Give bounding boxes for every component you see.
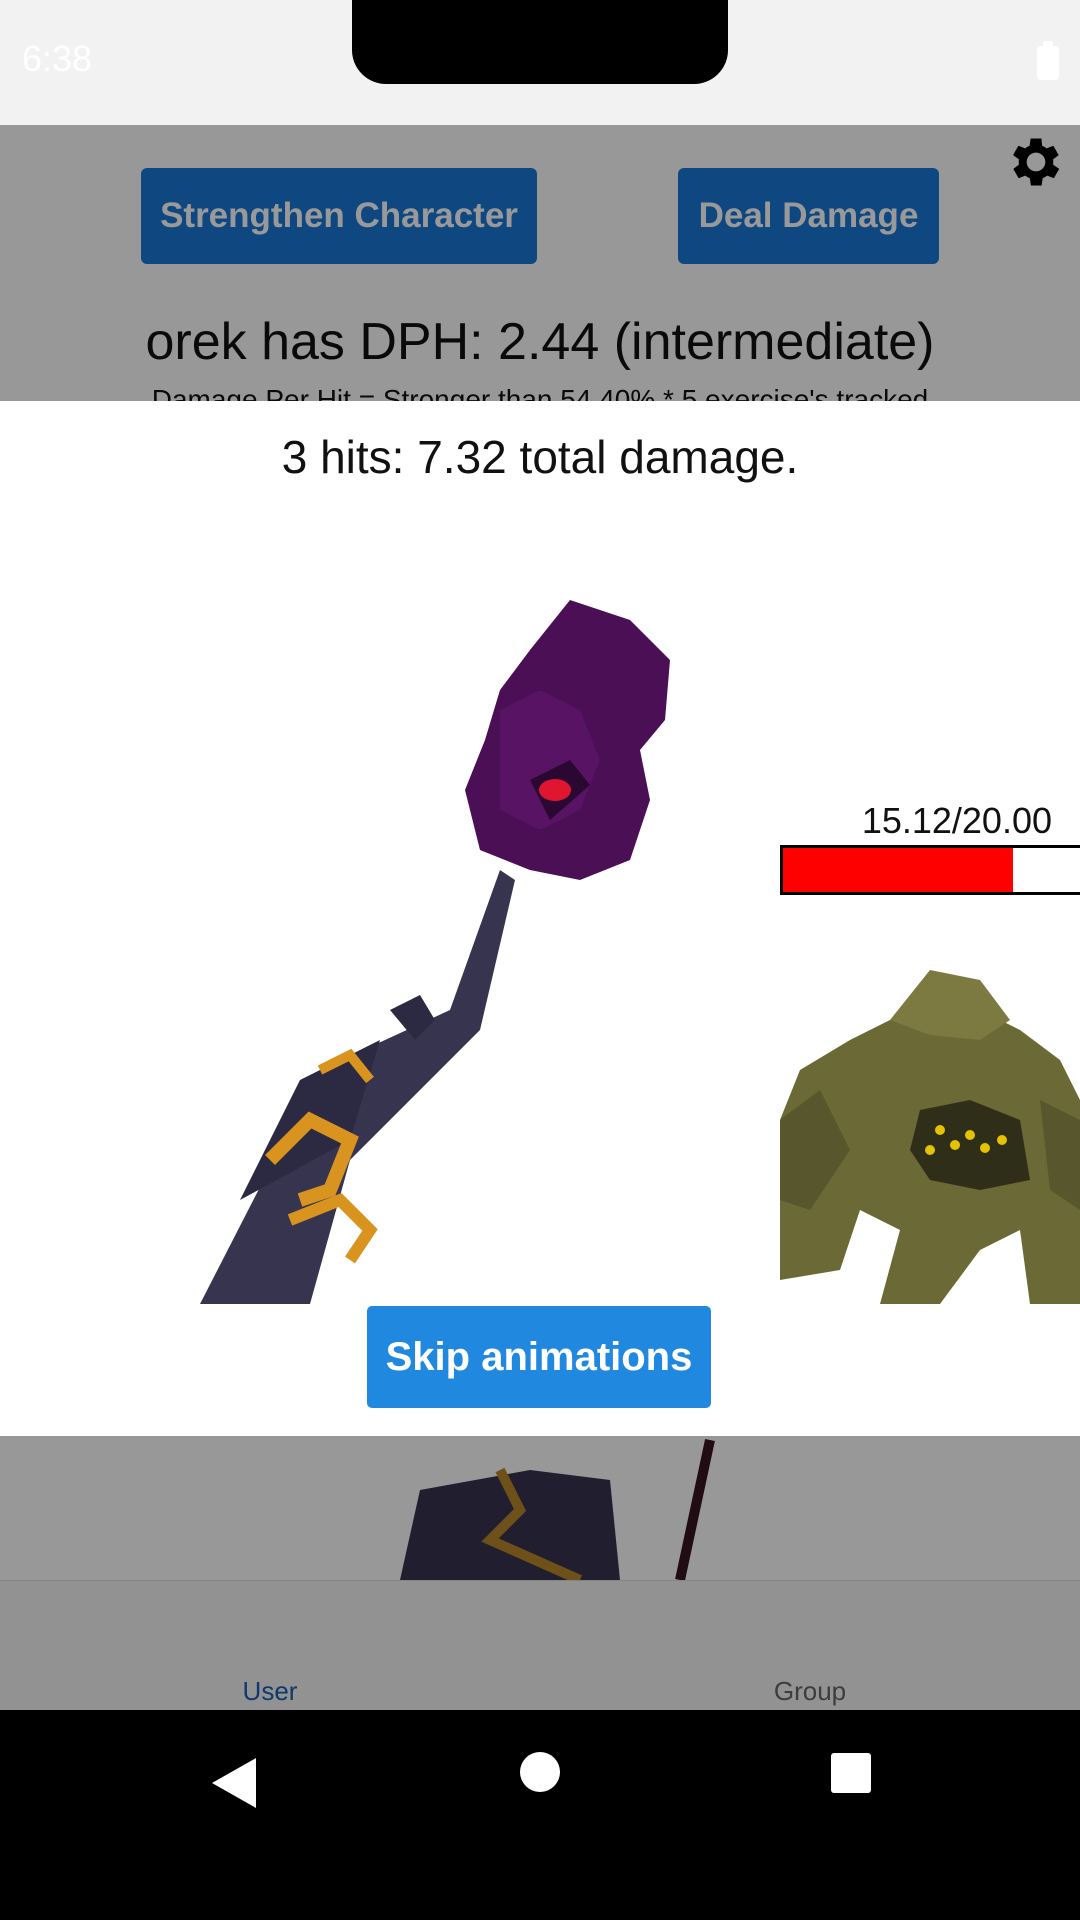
enemy-hp-fill <box>783 848 1013 892</box>
skip-animations-button[interactable]: Skip animations <box>367 1306 711 1408</box>
status-time: 6:38 <box>22 38 93 79</box>
weapon-sprite <box>200 600 670 1304</box>
battery-full-icon <box>1037 41 1059 80</box>
camera-notch <box>352 0 728 84</box>
damage-summary-title: 3 hits: 7.32 total damage. <box>281 431 799 483</box>
enemy-hp-text: 15.12/20.00 <box>861 800 1052 841</box>
golem-enemy-sprite <box>780 970 1080 1304</box>
recents-icon[interactable] <box>831 1753 871 1793</box>
enemy-hp-bar <box>780 845 1080 895</box>
home-icon[interactable] <box>520 1752 560 1792</box>
system-navigation-bar <box>0 1710 1080 1920</box>
back-icon[interactable] <box>204 1748 274 1818</box>
